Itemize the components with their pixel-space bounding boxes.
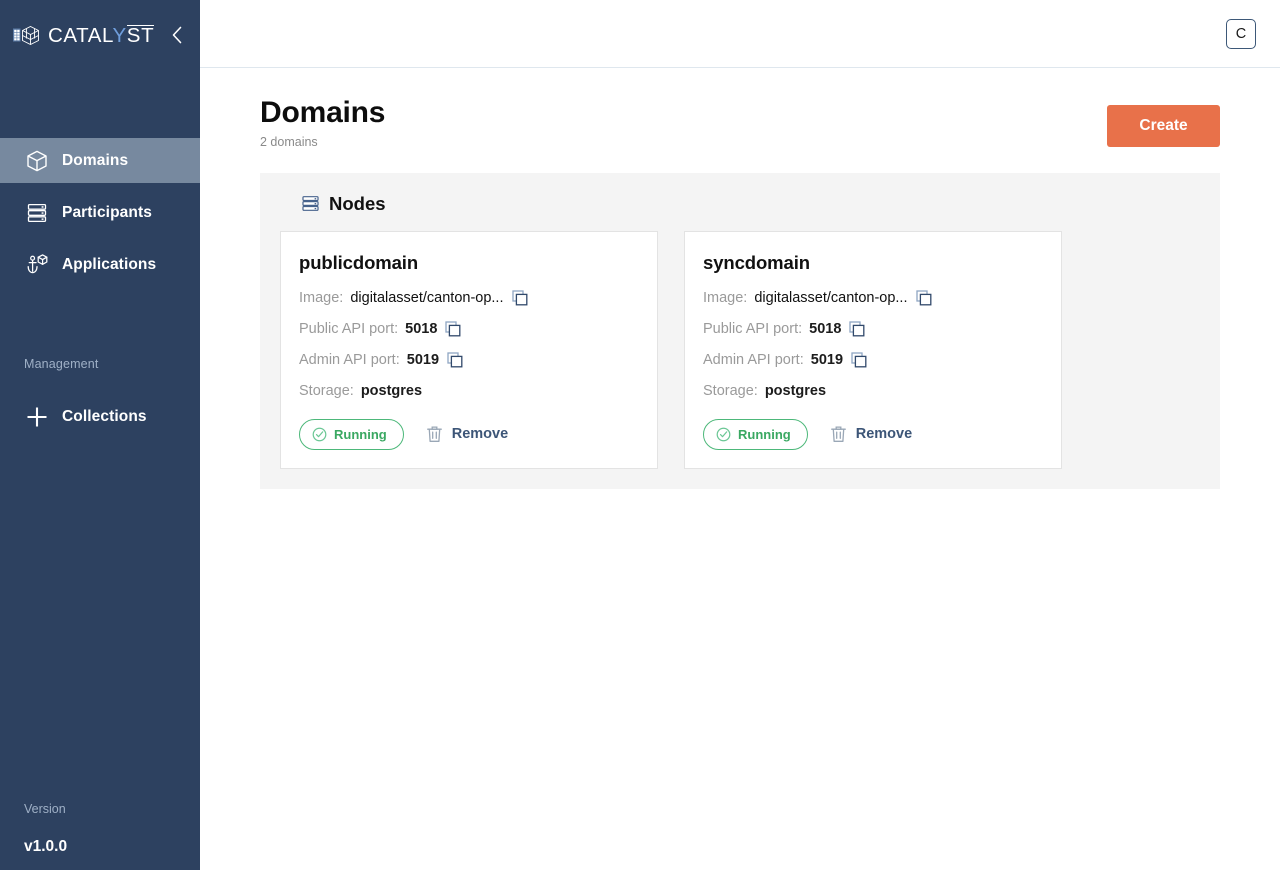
remove-button-label: Remove [452,426,508,442]
node-card: syncdomain Image: digitalasset/canton-op… [684,231,1062,469]
sidebar-item-label: Domains [62,152,128,170]
trash-icon [830,425,847,443]
field-label-storage: Storage: [703,383,758,399]
main-area: C Domains 2 domains Create [200,0,1280,870]
node-image-row: Image: digitalasset/canton-op... [703,289,1043,308]
copy-icon[interactable] [445,321,461,337]
brand-text: CATALYST [48,25,154,47]
server-stack-icon [24,200,50,226]
server-stack-icon [301,194,320,213]
field-label-image: Image: [299,290,343,306]
remove-button-label: Remove [856,426,912,442]
brand-text-accent: Y [113,24,127,47]
copy-icon[interactable] [447,352,463,368]
page-title: Domains [260,96,385,130]
cube-icon [24,148,50,174]
node-admin-port-row: Admin API port: 5019 [703,351,1043,370]
field-label-admin-api-port: Admin API port: [299,352,400,368]
field-label-public-api-port: Public API port: [703,321,802,337]
brand-text-part2: ST [127,25,154,47]
sidebar-item-domains[interactable]: Domains [0,138,200,183]
avatar[interactable]: C [1226,19,1256,49]
sidebar-nav: Domains Participants [0,138,200,446]
node-public-api-port-value: 5018 [809,321,841,337]
anchor-cube-icon [24,252,50,278]
node-card-list: publicdomain Image: digitalasset/canton-… [280,231,1200,469]
remove-button[interactable]: Remove [830,425,912,443]
status-badge[interactable]: Running [703,419,808,450]
nodes-panel-header: Nodes [280,193,1200,231]
copy-icon[interactable] [512,290,528,306]
node-image-row: Image: digitalasset/canton-op... [299,289,639,308]
version-block: Version v1.0.0 [0,802,200,870]
field-label-storage: Storage: [299,383,354,399]
node-card-actions: Running Remove [703,419,1043,450]
page-header: Domains 2 domains Create [260,96,1220,149]
sidebar-item-applications[interactable]: Applications [0,242,200,287]
node-public-port-row: Public API port: 5018 [299,320,639,339]
node-card-actions: Running Remove [299,419,639,450]
field-label-public-api-port: Public API port: [299,321,398,337]
node-public-port-row: Public API port: 5018 [703,320,1043,339]
node-storage-value: postgres [765,383,826,399]
sidebar-item-label: Applications [62,256,156,274]
version-value: v1.0.0 [24,838,200,856]
node-name: syncdomain [703,252,1043,274]
chevron-left-icon [170,25,184,45]
node-admin-api-port-value: 5019 [407,352,439,368]
field-label-image: Image: [703,290,747,306]
check-circle-icon [716,427,731,442]
page-subtitle: 2 domains [260,135,385,149]
node-storage-value: postgres [361,383,422,399]
copy-icon[interactable] [916,290,932,306]
node-image-value: digitalasset/canton-op... [350,290,503,306]
check-circle-icon [312,427,327,442]
app-root: CATALYST Domains [0,0,1280,870]
page-content: Domains 2 domains Create [200,68,1280,489]
remove-button[interactable]: Remove [426,425,508,443]
brand-text-part1: CATAL [48,24,113,47]
trash-icon [426,425,443,443]
sidebar: CATALYST Domains [0,0,200,870]
sidebar-collapse-button[interactable] [164,22,190,48]
topbar: C [200,0,1280,68]
copy-icon[interactable] [851,352,867,368]
status-badge-label: Running [738,427,791,442]
sidebar-item-label: Collections [62,408,147,426]
brand: CATALYST [0,0,200,72]
plus-icon [24,404,50,430]
node-storage-row: Storage: postgres [299,382,639,401]
node-card: publicdomain Image: digitalasset/canton-… [280,231,658,469]
node-storage-row: Storage: postgres [703,382,1043,401]
nodes-panel: Nodes publicdomain Image: digitalasset/c… [260,173,1220,489]
status-badge[interactable]: Running [299,419,404,450]
copy-icon[interactable] [849,321,865,337]
node-admin-api-port-value: 5019 [811,352,843,368]
sidebar-section-management: Management [0,357,200,371]
version-label: Version [24,802,200,816]
nodes-panel-title: Nodes [329,193,386,215]
node-name: publicdomain [299,252,639,274]
cube-grid-logo-icon [12,23,40,49]
page-heading-group: Domains 2 domains [260,96,385,149]
sidebar-item-participants[interactable]: Participants [0,190,200,235]
node-public-api-port-value: 5018 [405,321,437,337]
status-badge-label: Running [334,427,387,442]
sidebar-item-collections[interactable]: Collections [0,394,200,439]
node-image-value: digitalasset/canton-op... [754,290,907,306]
node-admin-port-row: Admin API port: 5019 [299,351,639,370]
field-label-admin-api-port: Admin API port: [703,352,804,368]
create-button[interactable]: Create [1107,105,1220,147]
sidebar-item-label: Participants [62,204,152,222]
